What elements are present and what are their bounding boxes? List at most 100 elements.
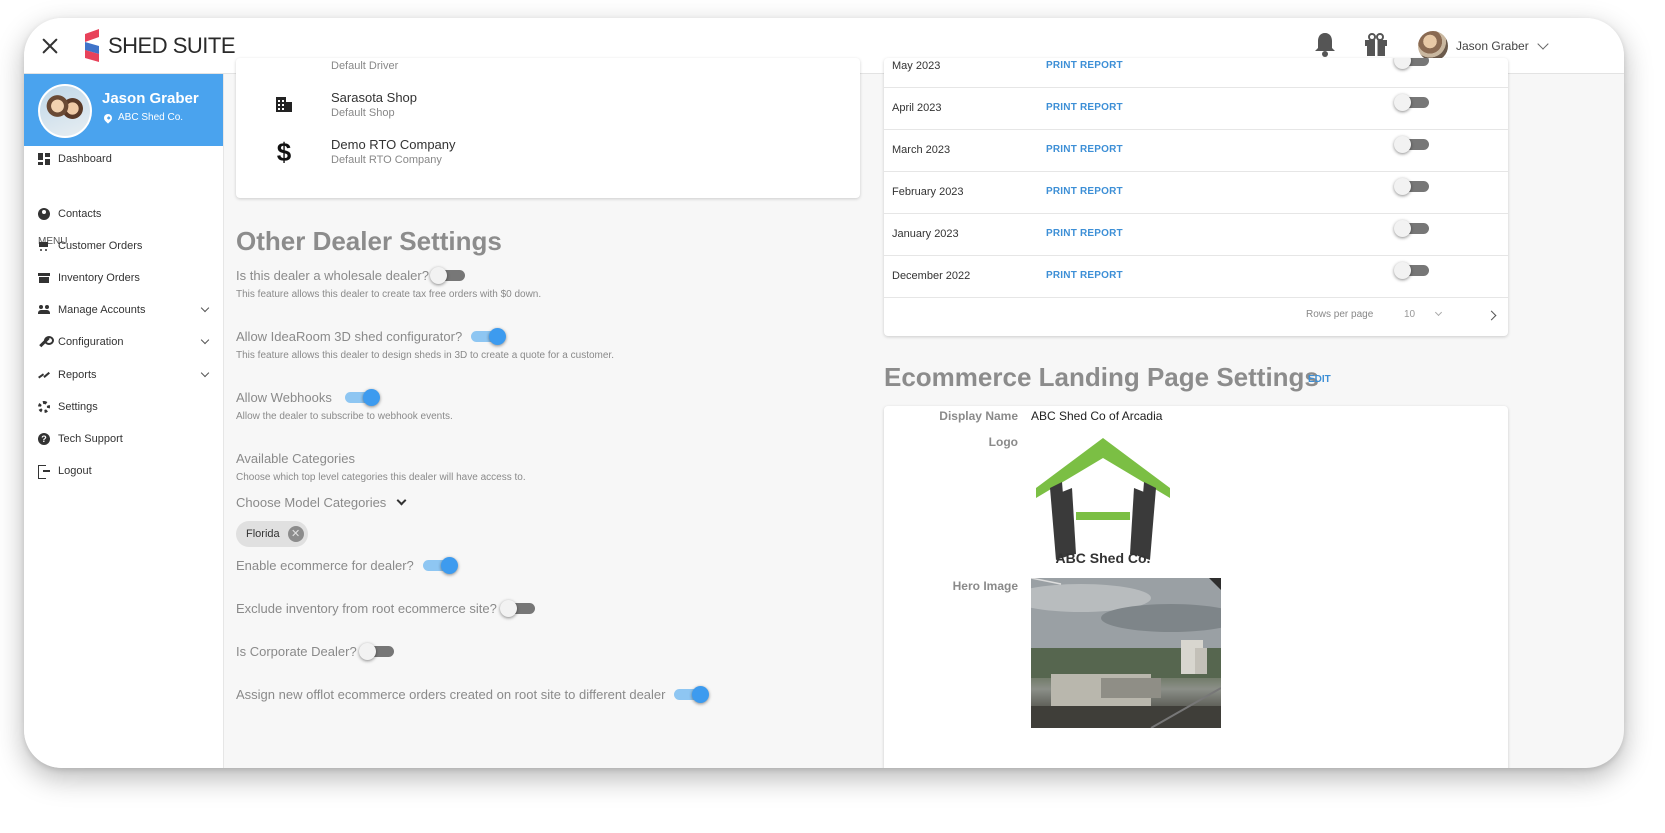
chevron-down-icon	[1434, 308, 1443, 317]
edit-ecommerce-link[interactable]: EDIT	[1308, 374, 1331, 385]
screenshot-frame: SHED SUITE Jason Graber Jason Graber ABC…	[0, 0, 1665, 833]
chevron-down-icon	[200, 335, 210, 345]
hero-image	[1031, 578, 1221, 728]
user-name: Jason Graber	[1456, 39, 1529, 53]
report-toggle[interactable]	[1394, 220, 1432, 237]
choose-model-categories-select[interactable]: Choose Model Categories	[236, 495, 407, 510]
report-toggle[interactable]	[1394, 94, 1432, 111]
exclude-inventory-toggle[interactable]	[500, 600, 538, 617]
select-label: Choose Model Categories	[236, 495, 387, 510]
other-dealer-settings-title: Other Dealer Settings	[236, 226, 502, 256]
print-report-link[interactable]: PRINT REPORT	[1046, 186, 1123, 197]
wholesale-toggle[interactable]	[430, 267, 468, 284]
available-categories-description: Choose which top level categories this d…	[236, 472, 526, 483]
location-pin-icon	[102, 111, 114, 124]
default-rto-name[interactable]: Demo RTO Company	[331, 137, 456, 152]
offlot-orders-label: Assign new offlot ecommerce orders creat…	[236, 687, 666, 702]
sidebar-item-settings[interactable]: Settings	[38, 397, 214, 417]
logo-text: ABC Shed Co.	[1055, 550, 1151, 566]
print-report-link[interactable]: PRINT REPORT	[1046, 144, 1123, 155]
company-name: ABC Shed Co.	[118, 112, 184, 123]
sidebar-item-label: Customer Orders	[58, 240, 143, 252]
table-row: February 2023 PRINT REPORT	[884, 172, 1508, 214]
table-row: March 2023 PRINT REPORT	[884, 130, 1508, 172]
table-row: December 2022 PRINT REPORT	[884, 256, 1508, 298]
idearoom-label: Allow IdeaRoom 3D shed configurator?	[236, 329, 463, 344]
sidebar-item-label: Logout	[58, 465, 92, 477]
sidebar-item-configuration[interactable]: Configuration	[38, 332, 214, 352]
sidebar-item-label: Manage Accounts	[58, 304, 146, 316]
brand-name: SHED SUITE	[108, 33, 236, 58]
sidebar-item-tech-support[interactable]: ? Tech Support	[38, 429, 214, 449]
sidebar-item-inventory-orders[interactable]: Inventory Orders	[38, 268, 214, 288]
shed-suite-s-icon	[85, 29, 99, 62]
chip-label: Florida	[246, 528, 280, 540]
building-icon	[276, 94, 296, 114]
enable-ecommerce-toggle[interactable]	[420, 557, 458, 574]
sidebar-item-reports[interactable]: Reports	[38, 365, 214, 385]
offlot-orders-toggle[interactable]	[671, 686, 709, 703]
default-driver-subtitle: Default Driver	[331, 60, 399, 72]
report-month: January 2023	[892, 228, 959, 240]
sidebar: Jason Graber ABC Shed Co. Dashboard MENU…	[24, 74, 224, 768]
report-toggle[interactable]	[1394, 136, 1432, 153]
sidebar-item-label: Settings	[58, 401, 98, 413]
default-shop-name[interactable]: Sarasota Shop	[331, 90, 417, 105]
corporate-dealer-label: Is Corporate Dealer?	[236, 644, 357, 659]
shed-suite-logo[interactable]: SHED SUITE	[82, 29, 236, 63]
sidebar-item-logout[interactable]: Logout	[38, 461, 214, 481]
gift-icon[interactable]	[1362, 30, 1390, 58]
trending-icon	[38, 369, 50, 381]
report-month: May 2023	[892, 60, 941, 72]
table-row: May 2023 PRINT REPORT	[884, 58, 1508, 88]
wholesale-label: Is this dealer a wholesale dealer?	[236, 268, 429, 283]
sidebar-item-label: Tech Support	[58, 433, 123, 445]
print-report-link[interactable]: PRINT REPORT	[1046, 228, 1123, 239]
idearoom-toggle[interactable]	[468, 328, 506, 345]
profile-header: Jason Graber ABC Shed Co.	[24, 74, 223, 146]
wholesale-description: This feature allows this dealer to creat…	[236, 289, 542, 300]
sidebar-item-contacts[interactable]: Contacts	[38, 204, 214, 224]
corporate-dealer-toggle[interactable]	[359, 643, 397, 660]
print-report-link[interactable]: PRINT REPORT	[1046, 60, 1123, 71]
sidebar-item-customer-orders[interactable]: Customer Orders	[38, 236, 214, 256]
ecommerce-settings-card: Display Name ABC Shed Co of Arcadia Logo…	[884, 406, 1508, 768]
next-page-icon[interactable]	[1486, 310, 1497, 321]
cart-icon	[38, 240, 50, 252]
dashboard-icon	[38, 153, 50, 165]
gear-icon	[38, 401, 50, 413]
report-toggle[interactable]	[1394, 262, 1432, 279]
sidebar-item-dashboard[interactable]: Dashboard	[38, 149, 214, 169]
chevron-down-icon	[200, 368, 210, 378]
category-chip-florida: Florida ✕	[236, 521, 308, 547]
bell-icon[interactable]	[1312, 30, 1338, 58]
display-name-value: ABC Shed Co of Arcadia	[1031, 409, 1163, 423]
monthly-reports-table: May 2023 PRINT REPORT April 2023 PRINT R…	[884, 58, 1508, 336]
account-circle-icon	[38, 208, 50, 220]
avatar	[1418, 31, 1448, 61]
sidebar-item-label: Dashboard	[58, 153, 112, 165]
chevron-down-icon	[200, 303, 210, 313]
wrench-icon	[38, 336, 54, 348]
ecommerce-settings-title: Ecommerce Landing Page Settings	[884, 362, 1319, 392]
help-icon: ?	[38, 433, 50, 445]
chevron-down-icon	[396, 495, 407, 506]
profile-company: ABC Shed Co.	[102, 111, 184, 124]
webhooks-toggle[interactable]	[342, 389, 380, 406]
webhooks-label: Allow Webhooks	[236, 390, 332, 405]
webhooks-description: Allow the dealer to subscribe to webhook…	[236, 411, 453, 422]
report-toggle[interactable]	[1394, 178, 1432, 195]
print-report-link[interactable]: PRINT REPORT	[1046, 270, 1123, 281]
remove-chip-icon[interactable]: ✕	[287, 526, 304, 542]
idearoom-description: This feature allows this dealer to desig…	[236, 350, 614, 361]
dealer-defaults-card: Default Driver Sarasota Shop Default Sho…	[236, 58, 860, 198]
store-icon	[38, 272, 50, 284]
enable-ecommerce-label: Enable ecommerce for dealer?	[236, 558, 414, 573]
hero-cityscape-image	[1031, 578, 1221, 728]
close-icon[interactable]	[38, 34, 62, 58]
rows-per-page-label: Rows per page	[1306, 309, 1374, 320]
sidebar-item-manage-accounts[interactable]: Manage Accounts	[38, 300, 214, 320]
rows-per-page-select[interactable]: 10	[1404, 309, 1415, 320]
report-toggle[interactable]	[1394, 58, 1432, 69]
print-report-link[interactable]: PRINT REPORT	[1046, 102, 1123, 113]
